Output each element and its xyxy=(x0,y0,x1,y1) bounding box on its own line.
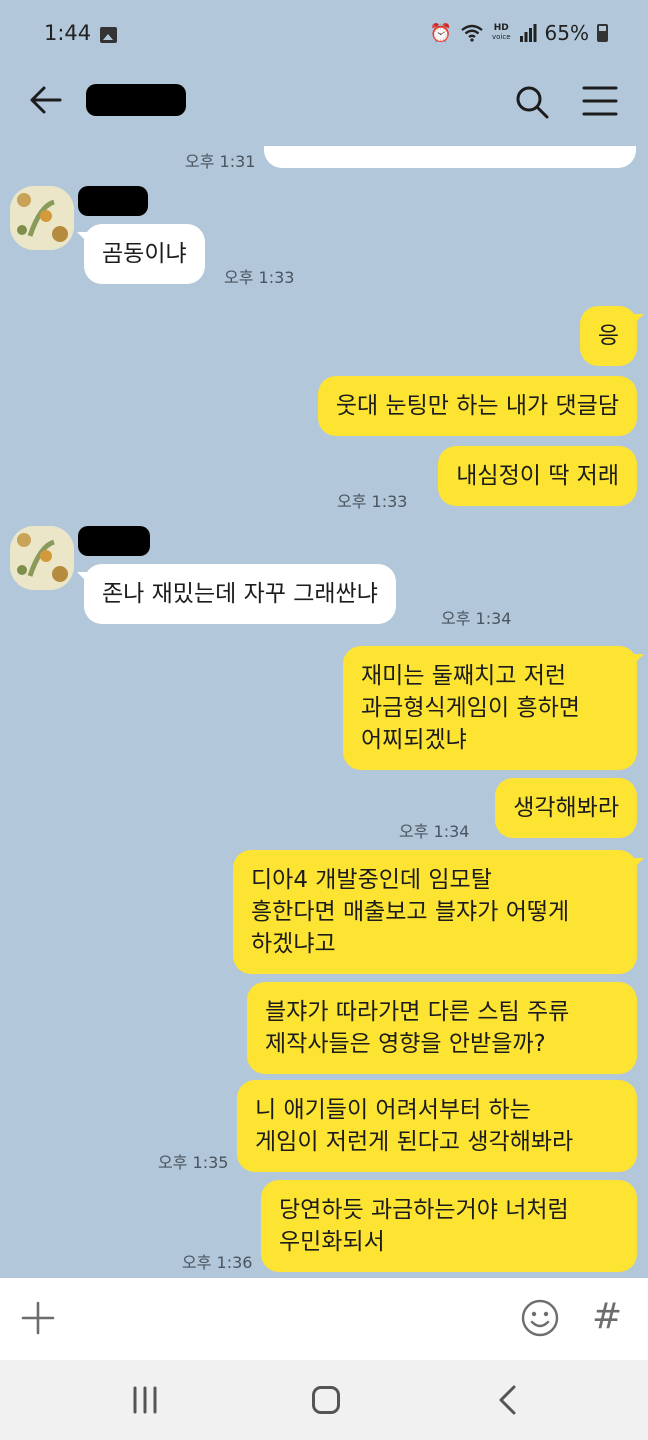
status-icons: ⏰ HD voice 65% xyxy=(430,21,608,45)
sender-name-redacted xyxy=(78,186,148,216)
message-input-bar[interactable]: # xyxy=(0,1278,648,1360)
message-time: 오후 1:34 xyxy=(441,609,512,628)
signal-icon xyxy=(519,24,537,42)
recent-apps-icon[interactable] xyxy=(130,1386,160,1414)
message-bubble[interactable]: 블쟈가 따라가면 다른 스팀 주류 제작사들은 영향을 안받을까? xyxy=(247,982,637,1074)
message-bubble-cut-off[interactable] xyxy=(264,146,636,168)
home-icon[interactable] xyxy=(312,1386,340,1414)
alarm-icon: ⏰ xyxy=(429,22,453,44)
back-arrow-icon[interactable] xyxy=(28,82,64,118)
message-time: 오후 1:34 xyxy=(399,822,470,841)
avatar-illustration xyxy=(10,526,74,590)
status-time: 1:44 xyxy=(44,21,92,45)
battery-percent: 65% xyxy=(544,21,589,45)
message-time: 오후 1:31 xyxy=(185,152,256,171)
chat-title-redacted xyxy=(86,84,186,116)
message-bubble[interactable]: 응 xyxy=(579,306,645,366)
chat-header xyxy=(0,54,648,146)
message-bubble[interactable]: 곰동이냐 xyxy=(77,224,205,284)
message-time: 오후 1:33 xyxy=(224,268,295,287)
hd-voice-icon: HD voice xyxy=(492,24,511,42)
system-nav-bar xyxy=(0,1360,648,1440)
hd-label: HD xyxy=(493,23,509,33)
sender-name-redacted xyxy=(78,526,150,556)
message-bubble[interactable]: 니 애기들이 어려서부터 하는 게임이 저런게 된다고 생각해봐라 xyxy=(237,1080,637,1172)
gallery-icon xyxy=(100,27,117,43)
plus-icon[interactable] xyxy=(20,1300,56,1336)
message-bubble[interactable]: 내심정이 딱 저래 xyxy=(438,446,637,506)
message-bubble[interactable]: 웃대 눈팅만 하는 내가 댓글담 xyxy=(317,376,637,436)
message-bubble[interactable]: 생각해봐라 xyxy=(495,778,637,838)
emoji-icon[interactable] xyxy=(520,1298,560,1338)
message-time: 오후 1:35 xyxy=(158,1153,229,1172)
back-icon[interactable] xyxy=(496,1384,520,1416)
message-time: 오후 1:33 xyxy=(337,492,408,511)
hash-icon[interactable]: # xyxy=(592,1296,622,1337)
avatar[interactable] xyxy=(10,186,74,250)
message-bubble[interactable]: 디아4 개발중인데 임모탈 흥한다면 매출보고 블쟈가 어떻게 하겠냐고 xyxy=(233,850,644,974)
avatar-illustration xyxy=(10,186,74,250)
status-bar: 1:44 ⏰ HD voice 65% xyxy=(0,0,648,54)
message-bubble[interactable]: 당연하듯 과금하는거야 너처럼 우민화되서 xyxy=(261,1180,637,1272)
message-bubble[interactable]: 존나 재밌는데 자꾸 그래싼냐 xyxy=(77,564,396,624)
message-bubble[interactable]: 재미는 둘째치고 저런 과금형식게임이 흥하면 어찌되겠냐 xyxy=(343,646,644,770)
wifi-icon xyxy=(461,24,483,42)
message-time: 오후 1:36 xyxy=(182,1253,253,1272)
avatar[interactable] xyxy=(10,526,74,590)
battery-icon xyxy=(597,24,608,42)
search-icon[interactable] xyxy=(512,82,552,122)
chat-message-list[interactable]: 오후 1:31 곰동이냐 오후 1:33 응 웃대 눈팅만 하는 내가 댓글담 … xyxy=(0,146,648,1278)
menu-icon[interactable] xyxy=(580,84,620,118)
voice-label: voice xyxy=(492,33,511,41)
